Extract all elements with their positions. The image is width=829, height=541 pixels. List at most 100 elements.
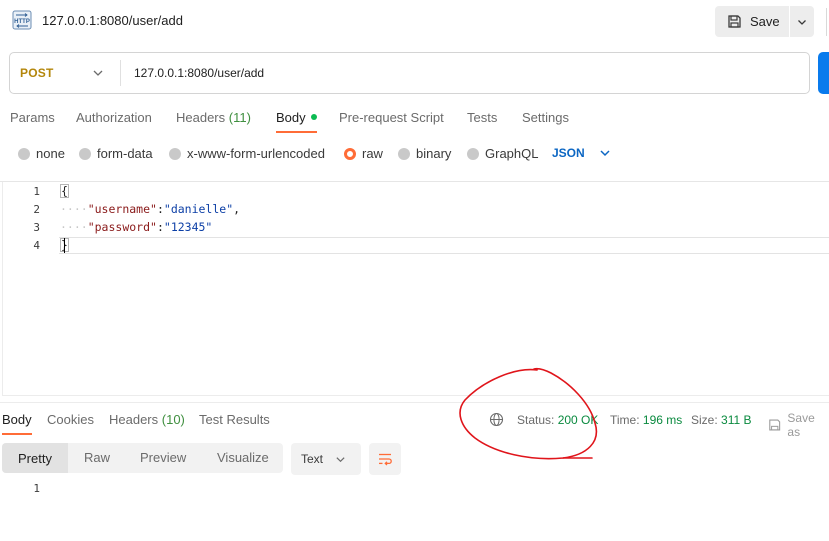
response-time[interactable]: Time: 196 ms [610, 413, 682, 427]
tab-settings[interactable]: Settings [522, 110, 569, 125]
active-tab-indicator [2, 433, 32, 435]
wrap-lines-button[interactable] [369, 443, 401, 475]
view-mode-raw[interactable]: Raw [84, 450, 110, 465]
response-tab-body[interactable]: Body [2, 412, 32, 427]
radio-dot [398, 147, 410, 160]
chevron-down-icon[interactable] [92, 67, 104, 79]
tab-label: Tests [467, 110, 498, 125]
json-comma: , [233, 202, 241, 216]
radio-label: form-data [97, 146, 153, 161]
tab-label: Params [10, 110, 55, 125]
time-value: 196 ms [642, 413, 683, 427]
tab-authorization[interactable]: Authorization [76, 110, 152, 125]
tab-label: Pre-request Script [339, 110, 444, 125]
tab-label: Body [276, 110, 306, 125]
save-icon [728, 15, 741, 28]
tab-label: Headers [176, 110, 226, 125]
tab-label: Body [2, 412, 32, 427]
response-format-label: Text [301, 452, 324, 466]
radio-dot-selected [344, 147, 356, 160]
wrap-lines-icon [379, 453, 392, 466]
save-dropdown-button[interactable] [790, 6, 814, 37]
radio-graphql[interactable]: GraphQL [467, 146, 538, 161]
method-select[interactable]: POST [20, 66, 53, 80]
chevron-down-icon [798, 19, 806, 25]
radio-none[interactable]: none [18, 146, 65, 161]
tab-pre-request-script[interactable]: Pre-request Script [339, 110, 444, 125]
response-tab-test-results[interactable]: Test Results [199, 412, 270, 427]
send-button[interactable] [818, 52, 829, 94]
line-number: 1 [33, 482, 40, 495]
tab-label: Headers [109, 412, 159, 427]
line-number: 1 [33, 185, 40, 198]
divider [826, 8, 827, 36]
json-value: "12345" [163, 220, 213, 234]
json-colon: : [156, 202, 164, 216]
code-line: ····"password":"12345" [60, 220, 212, 234]
active-tab-indicator [276, 131, 317, 133]
chevron-down-icon [600, 150, 610, 157]
save-icon [769, 419, 781, 431]
tab-label: Cookies [47, 412, 94, 427]
line-number: 2 [33, 203, 40, 216]
line-number: 3 [33, 221, 40, 234]
tab-count: (10) [161, 412, 185, 427]
radio-binary[interactable]: binary [398, 146, 451, 161]
chevron-down-icon [336, 456, 345, 462]
tab-tests[interactable]: Tests [467, 110, 497, 125]
size-label: Size: [691, 413, 718, 427]
text-cursor [64, 238, 65, 253]
radio-label: raw [362, 146, 383, 161]
url-input[interactable]: 127.0.0.1:8080/user/add [134, 66, 264, 80]
whitespace-marker: ···· [60, 220, 88, 234]
save-response-button[interactable]: Save as [768, 411, 829, 439]
tab-label: Test Results [199, 412, 270, 427]
json-value: "danielle" [163, 202, 234, 216]
json-colon: : [156, 220, 164, 234]
tab-body[interactable]: Body [276, 110, 317, 125]
tab-headers[interactable]: Headers (11) [176, 110, 251, 125]
red-annotation-circle [459, 367, 598, 460]
view-mode-preview[interactable]: Preview [140, 450, 186, 465]
view-mode-visualize[interactable]: Visualize [217, 450, 269, 465]
radio-raw[interactable]: raw [344, 146, 383, 161]
code-line: ····"username":"danielle", [60, 202, 240, 216]
code-brace: { [60, 184, 69, 198]
response-tab-cookies[interactable]: Cookies [47, 412, 94, 427]
tab-count: (11) [228, 110, 251, 125]
json-key: "password" [87, 220, 157, 234]
radio-label: x-www-form-urlencoded [187, 146, 325, 161]
url-bar [9, 52, 810, 94]
active-line-highlight [59, 237, 829, 254]
radio-dot [18, 147, 30, 160]
divider [120, 60, 121, 86]
tab-label: Settings [522, 110, 569, 125]
radio-form-data[interactable]: form-data [79, 146, 153, 161]
response-size[interactable]: Size: 311 B [691, 413, 752, 427]
response-format-select[interactable]: Text [291, 443, 361, 475]
tab-params[interactable]: Params [10, 110, 55, 125]
response-tab-headers[interactable]: Headers (10) [109, 412, 185, 427]
radio-dot [169, 147, 181, 160]
code-line: { [60, 184, 69, 198]
save-response-label: Save as [787, 411, 815, 439]
body-indicator-dot [310, 114, 317, 120]
radio-label: none [36, 146, 65, 161]
divider [0, 402, 829, 403]
radio-dot [467, 147, 479, 160]
view-mode-pretty[interactable]: Pretty [2, 443, 68, 473]
radio-label: binary [416, 146, 452, 161]
radio-label: GraphQL [485, 146, 539, 161]
tab-label: Authorization [76, 110, 152, 125]
svg-text:HTTP: HTTP [14, 19, 30, 25]
body-format-select[interactable]: JSON [552, 146, 611, 160]
radio-dot [79, 147, 91, 160]
json-key: "username" [87, 202, 157, 216]
http-request-icon: HTTP [12, 10, 32, 30]
body-format-label: JSON [552, 146, 585, 160]
line-number: 4 [33, 239, 40, 252]
request-title[interactable]: 127.0.0.1:8080/user/add [42, 13, 183, 28]
save-button[interactable]: Save [715, 6, 789, 37]
radio-x-www-form-urlencoded[interactable]: x-www-form-urlencoded [169, 146, 325, 161]
whitespace-marker: ···· [60, 202, 88, 216]
